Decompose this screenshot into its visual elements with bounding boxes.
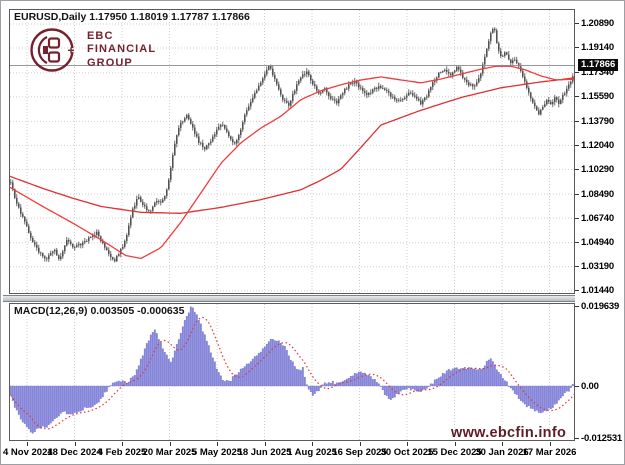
ebc-logo: + EBC FINANCIAL GROUP [28, 25, 156, 75]
logo-line-3: GROUP [87, 57, 156, 71]
macd-indicator-title: MACD(12,26,9) 0.003505 -0.000635 [14, 305, 184, 317]
date-axis-label: 16 Sep 2025 [332, 447, 386, 458]
logo-line-2: FINANCIAL [87, 43, 156, 57]
price-axis-tick [575, 242, 579, 243]
price-axis-tick [575, 145, 579, 146]
price-axis-label: 1.20890 [581, 18, 614, 29]
date-axis-label: 4 Feb 2025 [98, 447, 147, 458]
price-axis-tick [575, 72, 579, 73]
date-axis-tick [27, 442, 28, 446]
price-axis-label: 1.19140 [581, 42, 614, 53]
price-axis-label: 1.15590 [581, 91, 614, 102]
svg-text:+: + [68, 44, 75, 58]
price-axis-tick [575, 266, 579, 267]
ebc-logo-icon: + [28, 25, 78, 75]
date-axis-label: 15 Dec 2025 [427, 447, 481, 458]
symbol-ohlc-title: EURUSD,Daily 1.17950 1.18019 1.17787 1.1… [14, 11, 250, 23]
current-price-tag: 1.17866 [578, 59, 618, 71]
date-axis-tick [550, 442, 551, 446]
date-axis-tick [360, 442, 361, 446]
price-axis-label: 1.12040 [581, 140, 614, 151]
moving-average-line [10, 66, 574, 258]
price-axis-label: 1.10290 [581, 164, 614, 175]
date-axis-label: 30 Jan 2026 [475, 447, 528, 458]
date-axis-tick [122, 442, 123, 446]
watermark-url: www.ebcfin.info [451, 425, 566, 441]
macd-axis-label: -0.012531 [581, 433, 622, 444]
chart-window: EURUSD,Daily 1.17950 1.18019 1.17787 1.1… [0, 0, 625, 465]
price-axis-tick [575, 290, 579, 291]
macd-indicator-pane[interactable]: MACD(12,26,9) 0.003505 -0.000635 [9, 303, 575, 441]
date-axis-tick [455, 442, 456, 446]
date-axis-tick [265, 442, 266, 446]
macd-chart-canvas[interactable] [10, 304, 574, 440]
macd-axis-label: 0.019639 [581, 301, 619, 312]
price-axis-label: 1.13790 [581, 116, 614, 127]
price-axis-label: 1.01440 [581, 285, 614, 296]
macd-axis-label: 0.00 [581, 381, 599, 392]
date-axis-tick [170, 442, 171, 446]
price-axis-tick [575, 23, 579, 24]
date-axis-tick [407, 442, 408, 446]
date-axis-label: 30 Oct 2025 [381, 447, 434, 458]
date-axis-tick [502, 442, 503, 446]
logo-line-1: EBC [87, 30, 156, 44]
macd-axis-tick [575, 386, 579, 387]
price-axis-tick [575, 169, 579, 170]
date-axis-label: 1 Aug 2025 [287, 447, 337, 458]
date-axis-tick [312, 442, 313, 446]
date-axis-label: 18 Jun 2025 [238, 447, 292, 458]
price-axis-tick [575, 47, 579, 48]
date-axis-tick [217, 442, 218, 446]
price-axis-tick [575, 218, 579, 219]
price-axis-label: 1.06740 [581, 213, 614, 224]
date-axis-label: 5 May 2025 [192, 447, 242, 458]
date-axis-label: 4 Nov 2024 [3, 447, 53, 458]
price-axis-tick [575, 194, 579, 195]
price-axis-tick [575, 121, 579, 122]
ebc-logo-text: EBC FINANCIAL GROUP [87, 30, 156, 71]
macd-axis-tick [575, 306, 579, 307]
price-axis-label: 1.04940 [581, 237, 614, 248]
pane-separator[interactable] [3, 295, 575, 302]
price-axis-tick [575, 96, 579, 97]
date-axis-tick [75, 442, 76, 446]
macd-axis-tick [575, 438, 579, 439]
date-axis-label: 17 Mar 2026 [523, 447, 577, 458]
price-axis-label: 1.03190 [581, 261, 614, 272]
date-axis-label: 20 Mar 2025 [143, 447, 197, 458]
price-axis-label: 1.08490 [581, 189, 614, 200]
date-axis-label: 18 Dec 2024 [47, 447, 101, 458]
